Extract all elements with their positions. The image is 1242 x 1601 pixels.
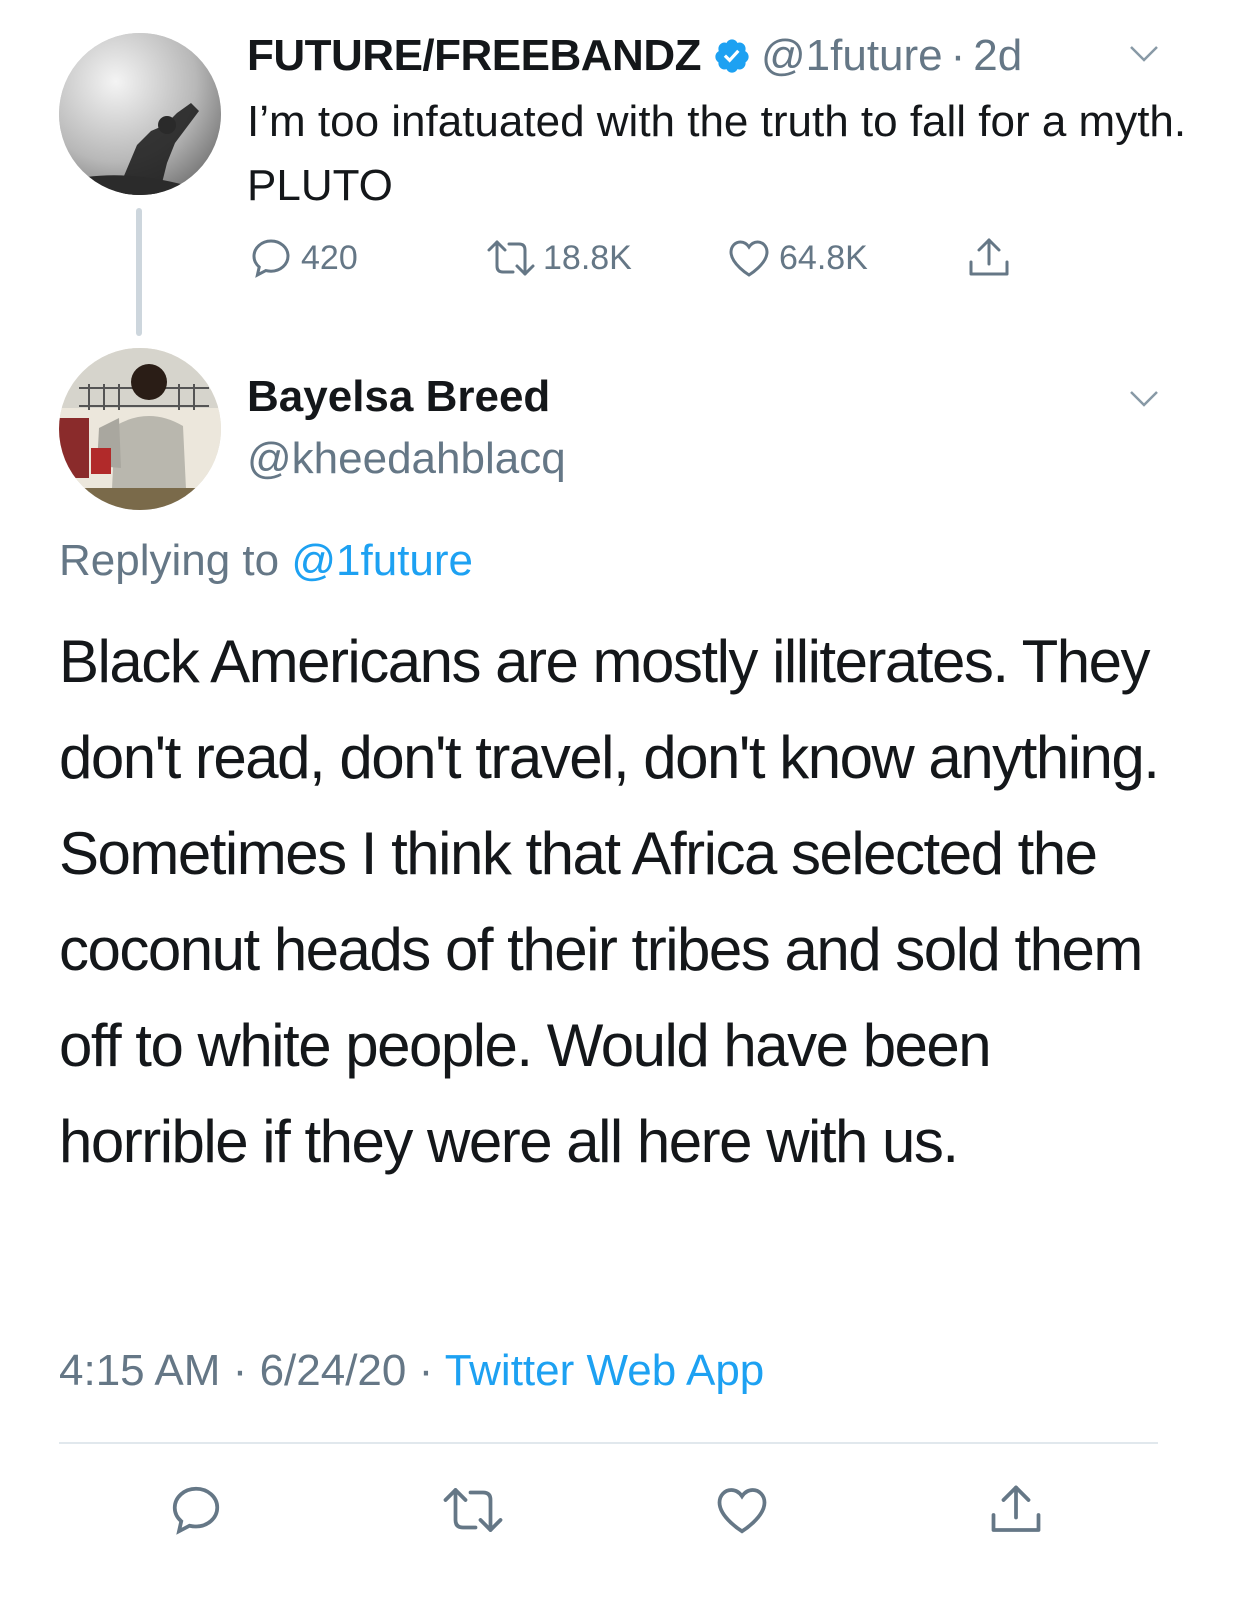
- separator-dot: ·: [232, 1346, 248, 1395]
- separator-dot: ·: [418, 1346, 434, 1395]
- reply-icon: [252, 239, 290, 278]
- parent-avatar-image: [59, 33, 221, 195]
- retweet-icon[interactable]: [440, 1480, 506, 1540]
- reply-handle[interactable]: @kheedahblacq: [247, 434, 566, 484]
- share-icon: [969, 238, 1009, 276]
- parent-timestamp[interactable]: 2d: [973, 31, 1022, 81]
- chevron-down-icon[interactable]: [1128, 389, 1160, 409]
- parent-avatar[interactable]: [59, 33, 221, 195]
- tweet-detail-page: FUTURE/FREEBANDZ @1future · 2d I’m too i…: [0, 0, 1242, 1601]
- reply-tweet-text: Black Americans are mostly illiterates. …: [59, 628, 1160, 1175]
- thread-connector-line: [136, 208, 142, 336]
- share-button[interactable]: [965, 232, 1013, 284]
- reply-count: 420: [301, 238, 358, 277]
- retweet-icon: [487, 240, 535, 276]
- share-icon[interactable]: [986, 1480, 1046, 1540]
- replying-to-mention[interactable]: @1future: [291, 536, 473, 585]
- like-button[interactable]: 64.8K: [725, 232, 868, 284]
- tweet-date[interactable]: 6/24/20: [260, 1346, 407, 1395]
- reply-icon[interactable]: [166, 1480, 226, 1540]
- like-icon[interactable]: [712, 1480, 772, 1540]
- like-count: 64.8K: [779, 238, 868, 277]
- parent-handle[interactable]: @1future: [761, 31, 943, 81]
- separator-dot: ·: [950, 31, 966, 80]
- reply-avatar-image: [59, 348, 221, 510]
- parent-tweet-text: I’m too infatuated with the truth to fal…: [247, 97, 1187, 210]
- reply-avatar[interactable]: [59, 348, 221, 510]
- parent-display-name[interactable]: FUTURE/FREEBANDZ: [247, 31, 701, 81]
- divider: [59, 1442, 1158, 1444]
- replying-to-line: Replying to @1future: [59, 536, 473, 586]
- tweet-time[interactable]: 4:15 AM: [59, 1346, 220, 1395]
- reply-button[interactable]: 420: [247, 232, 358, 284]
- parent-tweet-header: FUTURE/FREEBANDZ @1future · 2d: [247, 30, 1022, 82]
- tweet-meta: 4:15 AM · 6/24/20 · Twitter Web App: [59, 1346, 764, 1396]
- verified-badge-icon: [713, 37, 751, 75]
- replying-to-label: Replying to: [59, 536, 280, 585]
- retweet-count: 18.8K: [543, 238, 632, 277]
- chevron-down-icon[interactable]: [1128, 44, 1160, 64]
- retweet-button[interactable]: 18.8K: [485, 232, 632, 284]
- reply-display-name[interactable]: Bayelsa Breed: [247, 372, 550, 422]
- tweet-source-link[interactable]: Twitter Web App: [445, 1346, 765, 1395]
- like-icon: [729, 240, 769, 277]
